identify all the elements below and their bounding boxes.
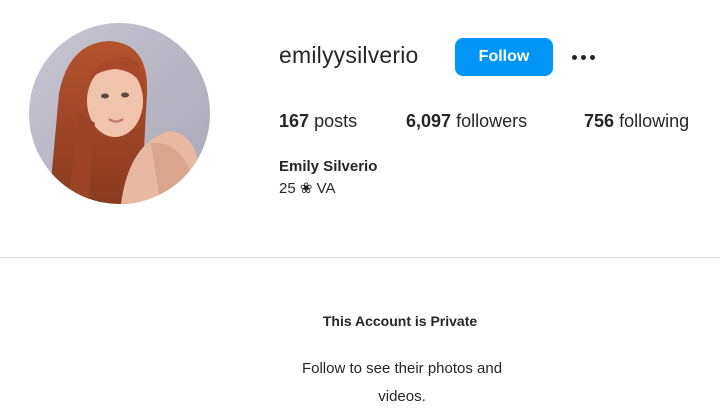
profile-username: emilyysilverio bbox=[279, 42, 419, 68]
stat-posts[interactable]: 167 posts bbox=[279, 111, 357, 132]
private-account-message: Follow to see their photos and videos. bbox=[301, 360, 503, 405]
posts-count: 167 bbox=[279, 111, 310, 131]
profile-page: emilyysilverio Follow 167 posts 6,097 fo… bbox=[0, 0, 720, 409]
posts-label: posts bbox=[314, 111, 358, 131]
profile-full-name: Emily Silverio bbox=[279, 158, 378, 175]
following-count: 756 bbox=[584, 111, 615, 131]
private-account-title: This Account is Private bbox=[322, 313, 478, 329]
stat-followers[interactable]: 6,097 followers bbox=[406, 111, 527, 132]
profile-photo bbox=[29, 23, 210, 204]
more-horizontal-icon bbox=[571, 54, 595, 60]
section-divider bbox=[0, 257, 720, 258]
profile-avatar[interactable] bbox=[29, 23, 210, 204]
profile-bio: 25 ❀ VA bbox=[279, 180, 336, 197]
stat-following[interactable]: 756 following bbox=[584, 111, 689, 132]
followers-count: 6,097 bbox=[406, 111, 452, 131]
followers-label: followers bbox=[456, 111, 528, 131]
follow-button[interactable]: Follow bbox=[455, 38, 553, 76]
following-label: following bbox=[619, 111, 690, 131]
more-options-button[interactable] bbox=[566, 44, 600, 70]
